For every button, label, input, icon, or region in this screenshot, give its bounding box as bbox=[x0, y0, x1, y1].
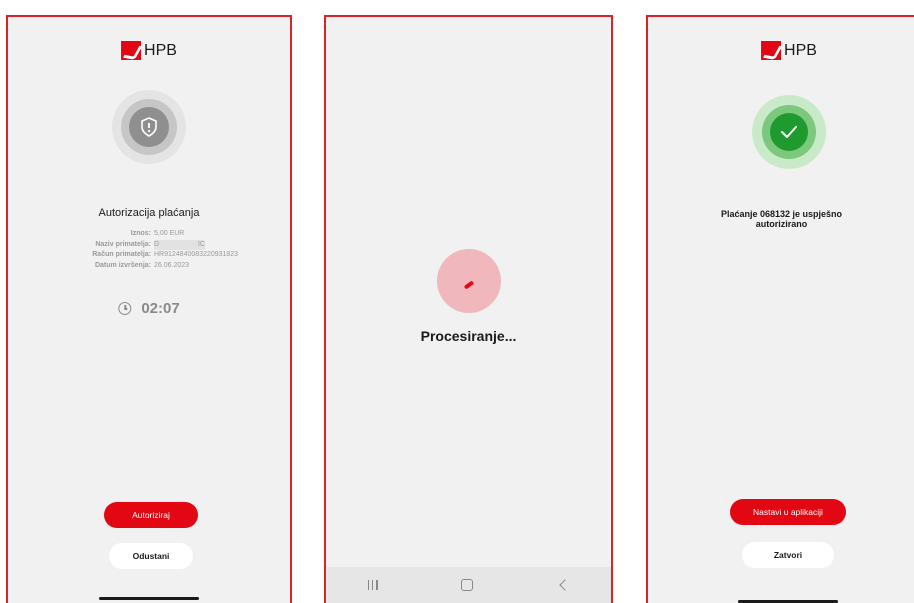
detail-label: Iznos: bbox=[130, 230, 151, 237]
success-message: Plaćanje 068132 je uspješno autorizirano bbox=[648, 209, 914, 229]
authorization-screen: HPB Autorizacija plaćanja Iznos: 5,00 EU… bbox=[6, 15, 292, 603]
hpb-logo-icon bbox=[761, 41, 782, 60]
detail-label: Datum izvršenja: bbox=[94, 261, 151, 269]
clock-icon bbox=[118, 302, 132, 315]
logo-text: HPB bbox=[784, 41, 817, 59]
success-line-2: autorizirano bbox=[755, 219, 808, 229]
detail-row-amount: Iznos: 5,00 EUR bbox=[58, 229, 238, 240]
android-nav-bar bbox=[326, 567, 611, 603]
countdown-timer: 02:07 bbox=[118, 300, 180, 317]
authorize-button[interactable]: Autoriziraj bbox=[104, 502, 198, 528]
success-screen: HPB Plaćanje 068132 je uspješno autorizi… bbox=[646, 15, 914, 603]
page-title: Autorizacija plaćanja bbox=[98, 207, 200, 219]
detail-row-recipient: Naziv primatelja: D IC bbox=[58, 239, 238, 250]
payment-details: Iznos: 5,00 EUR Naziv primatelja: D IC R… bbox=[58, 229, 238, 271]
back-icon[interactable] bbox=[559, 579, 571, 591]
success-check-icon bbox=[752, 95, 826, 169]
detail-label: Naziv primatelja: bbox=[95, 240, 151, 248]
close-button[interactable]: Zatvori bbox=[742, 542, 834, 568]
hpb-logo: HPB bbox=[121, 41, 177, 60]
logo-text: HPB bbox=[144, 41, 177, 59]
processing-label: Procesiranje... bbox=[420, 328, 517, 344]
success-line-1: Plaćanje 068132 je uspješno bbox=[720, 209, 843, 219]
timer-value: 02:07 bbox=[141, 300, 180, 317]
hpb-logo-icon bbox=[121, 41, 142, 60]
detail-label: Račun primatelja: bbox=[92, 251, 151, 258]
loading-spinner bbox=[437, 249, 501, 313]
detail-value-redacted: D IC bbox=[154, 239, 205, 250]
detail-value: HR9124840083220931823 bbox=[154, 251, 239, 258]
continue-in-app-button[interactable]: Nastavi u aplikaciji bbox=[730, 499, 846, 525]
detail-value: 5,00 EUR bbox=[154, 230, 185, 237]
detail-row-date: Datum izvršenja: 26.06.2023 bbox=[58, 261, 238, 272]
detail-value: 26.06.2023 bbox=[154, 261, 190, 269]
cancel-button[interactable]: Odustani bbox=[109, 543, 193, 569]
spinner-arc bbox=[463, 280, 475, 290]
processing-screen: Procesiranje... bbox=[324, 15, 613, 603]
recent-apps-icon[interactable] bbox=[367, 580, 378, 590]
home-indicator[interactable] bbox=[99, 597, 199, 600]
home-icon[interactable] bbox=[461, 579, 474, 591]
detail-row-account: Račun primatelja: HR9124840083220931823 bbox=[58, 250, 238, 261]
hpb-logo: HPB bbox=[761, 41, 817, 60]
shield-alert-icon bbox=[112, 90, 186, 164]
